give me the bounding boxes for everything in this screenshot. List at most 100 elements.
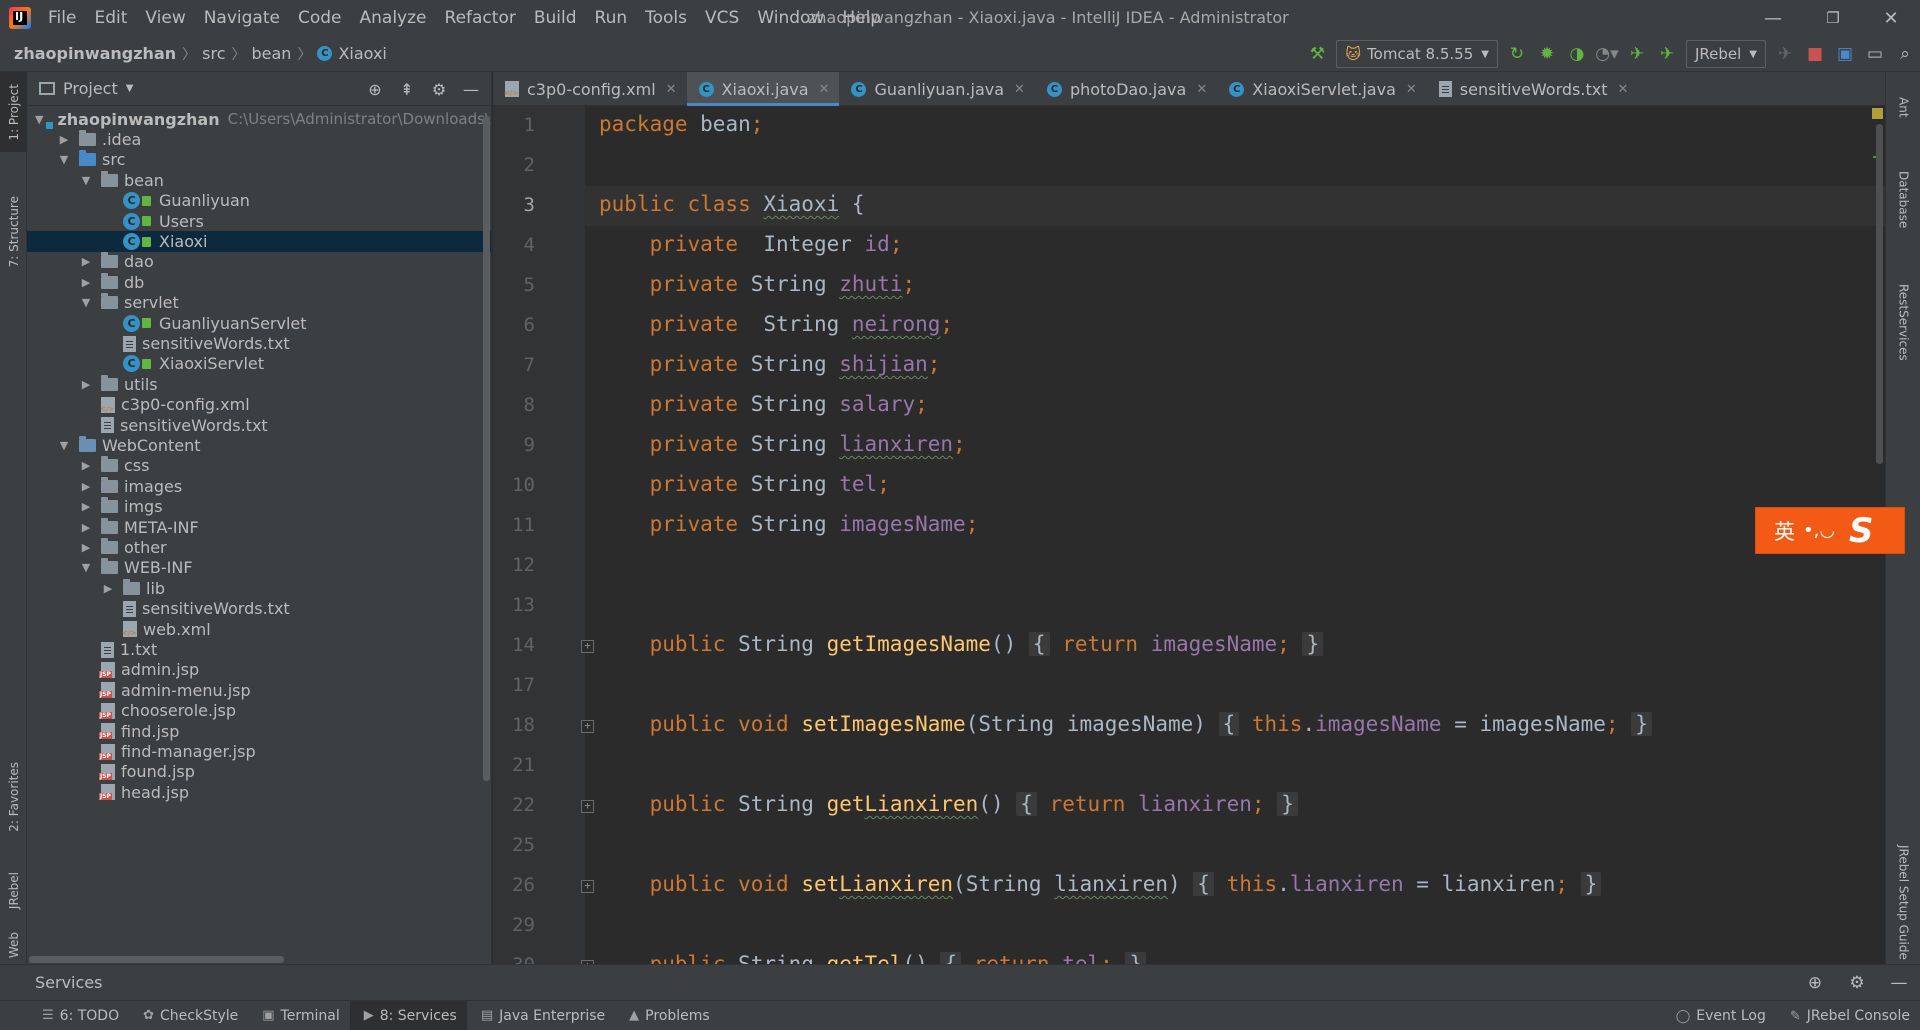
tree-item[interactable]: ▼ servlet [27, 293, 491, 313]
fold-toggle-icon[interactable]: + [581, 880, 594, 893]
tree-item[interactable]: admin-menu.jsp [27, 680, 491, 700]
tree-item[interactable]: admin.jsp [27, 660, 491, 680]
tree-item[interactable]: ▶ css [27, 456, 491, 476]
jrebel-debug-icon[interactable]: ✈ [1652, 39, 1682, 69]
close-tab-icon[interactable]: ✕ [1196, 82, 1207, 97]
chevron-right-icon[interactable]: ▶ [79, 480, 93, 493]
tree-item[interactable]: web.xml [27, 619, 491, 639]
tree-item[interactable]: C GuanliyuanServlet [27, 313, 491, 333]
breadcrumb-class[interactable]: C Xiaoxi [313, 44, 390, 63]
tab-structure[interactable]: 7: Structure [0, 182, 27, 282]
tree-horizontal-scrollbar[interactable] [27, 954, 491, 964]
tree-item[interactable]: ▶ lib [27, 578, 491, 598]
chevron-right-icon[interactable]: ▶ [57, 133, 71, 146]
tree-item[interactable]: ▼ WebContent [27, 435, 491, 455]
menu-item-vcs[interactable]: VCS [696, 0, 748, 36]
tab-rest-services[interactable]: RestServices [1886, 252, 1920, 392]
breadcrumb-src[interactable]: src [198, 44, 229, 63]
bottom-tab[interactable]: ▲ Problems [615, 1001, 720, 1030]
chevron-down-icon[interactable]: ▼ [79, 174, 93, 187]
menu-item-analyze[interactable]: Analyze [351, 0, 436, 36]
tree-item[interactable]: ▼ src [27, 150, 491, 170]
project-structure-icon[interactable]: ▣ [1830, 39, 1860, 69]
menu-item-tools[interactable]: Tools [636, 0, 696, 36]
add-service-icon[interactable]: ⊕ [1794, 968, 1836, 998]
coverage-icon[interactable]: ◑ [1562, 39, 1592, 69]
tree-item[interactable]: ▶ other [27, 537, 491, 557]
minimize-button[interactable]: — [1744, 0, 1802, 36]
chevron-down-icon[interactable]: ▼ [79, 296, 93, 309]
tree-item[interactable]: C Guanliyuan [27, 191, 491, 211]
chevron-right-icon[interactable]: ▶ [79, 541, 93, 554]
breadcrumb-bean[interactable]: bean [248, 44, 296, 63]
tree-item[interactable]: ▶ .idea [27, 129, 491, 149]
hide-icon[interactable]: — [455, 74, 487, 104]
tree-item[interactable]: ▶ dao [27, 252, 491, 272]
chevron-right-icon[interactable]: ▶ [79, 500, 93, 513]
scrollbar-thumb[interactable] [29, 956, 284, 963]
tree-item[interactable]: 1.txt [27, 639, 491, 659]
status-tab[interactable]: ◯ Event Log [1662, 1001, 1776, 1030]
run-config-select[interactable]: 🐱 Tomcat 8.5.55 ▼ [1336, 40, 1498, 68]
tree-item[interactable]: C XiaoxiServlet [27, 354, 491, 374]
fold-toggle-icon[interactable]: + [581, 720, 594, 733]
close-tab-icon[interactable]: ✕ [666, 82, 677, 97]
tree-item[interactable]: ▶ images [27, 476, 491, 496]
editor-tab[interactable]: CphotoDao.java ✕ [1035, 72, 1217, 106]
scrollbar-thumb[interactable] [1876, 124, 1883, 464]
tree-item[interactable]: found.jsp [27, 762, 491, 782]
tree-item[interactable]: sensitiveWords.txt [27, 415, 491, 435]
collapse-all-icon[interactable]: ⇞ [391, 74, 423, 104]
bottom-tab[interactable]: ☰ 6: TODO [28, 1001, 129, 1030]
close-tab-icon[interactable]: ✕ [819, 82, 830, 97]
editor-tab[interactable]: C XiaoxiServlet.java ✕ [1217, 72, 1427, 106]
profile-icon[interactable]: ◔▾ [1592, 39, 1622, 69]
tab-favorites[interactable]: 2: Favorites [0, 742, 27, 852]
chevron-right-icon[interactable]: ▶ [79, 521, 93, 534]
tree-item[interactable]: C Users [27, 211, 491, 231]
inspection-status-icon[interactable] [1872, 108, 1883, 119]
menu-item-refactor[interactable]: Refactor [436, 0, 525, 36]
tree-item[interactable]: sensitiveWords.txt [27, 599, 491, 619]
chevron-right-icon[interactable]: ▶ [79, 255, 93, 268]
editor-tab[interactable]: C Guanliyuan.java ✕ [839, 72, 1034, 106]
build-hammer-icon[interactable]: ⚒ [1302, 39, 1332, 69]
jrebel-run-icon[interactable]: ✈ [1622, 39, 1652, 69]
menu-item-navigate[interactable]: Navigate [195, 0, 289, 36]
breadcrumb-project[interactable]: zhaopinwangzhan [10, 44, 180, 63]
menu-item-file[interactable]: File [39, 0, 85, 36]
fold-toggle-icon[interactable]: + [581, 640, 594, 653]
tab-jrebel[interactable]: JRebel [0, 856, 27, 926]
status-tab[interactable]: ✎ JRebel Console [1776, 1001, 1920, 1030]
tree-item[interactable]: head.jsp [27, 782, 491, 802]
tree-vertical-scrollbar[interactable] [482, 106, 491, 826]
locate-icon[interactable]: ⊕ [359, 74, 391, 104]
chevron-right-icon[interactable]: ▶ [79, 459, 93, 472]
tab-project[interactable]: 1: Project [0, 72, 27, 152]
search-icon[interactable]: ⌕ [1890, 39, 1920, 69]
code-editor[interactable]: 12345678910111213141718212225262930 pack… [493, 106, 1885, 964]
terminal-window-icon[interactable]: ▭ [1860, 39, 1890, 69]
close-tab-icon[interactable]: ✕ [1406, 82, 1417, 97]
editor-tab[interactable]: c3p0-config.xml ✕ [493, 72, 687, 106]
project-view-selector[interactable]: Project [63, 79, 118, 98]
chevron-right-icon[interactable]: ▶ [79, 378, 93, 391]
tab-jrebel-setup-guide[interactable]: JRebel Setup Guide [1886, 842, 1920, 962]
chevron-down-icon[interactable]: ▼ [79, 561, 93, 574]
tree-item[interactable]: find.jsp [27, 721, 491, 741]
bottom-tab[interactable]: ▣ Terminal [248, 1001, 349, 1030]
editor-tab[interactable]: sensitiveWords.txt ✕ [1427, 72, 1639, 106]
tree-item[interactable]: ▼ WEB-INF [27, 558, 491, 578]
menu-item-build[interactable]: Build [525, 0, 586, 36]
tree-item[interactable]: ▶ META-INF [27, 517, 491, 537]
tree-item[interactable]: ▼ bean [27, 170, 491, 190]
rerun-icon[interactable]: ↻ [1502, 39, 1532, 69]
chevron-right-icon[interactable]: ▶ [79, 276, 93, 289]
tree-item[interactable]: chooserole.jsp [27, 701, 491, 721]
close-tab-icon[interactable]: ✕ [1617, 82, 1628, 97]
menu-item-edit[interactable]: Edit [85, 0, 136, 36]
gear-icon[interactable]: ⚙ [423, 74, 455, 104]
chevron-down-icon[interactable]: ▼ [57, 153, 71, 166]
close-tab-icon[interactable]: ✕ [1014, 82, 1025, 97]
tab-ant[interactable]: Ant [1886, 82, 1920, 132]
